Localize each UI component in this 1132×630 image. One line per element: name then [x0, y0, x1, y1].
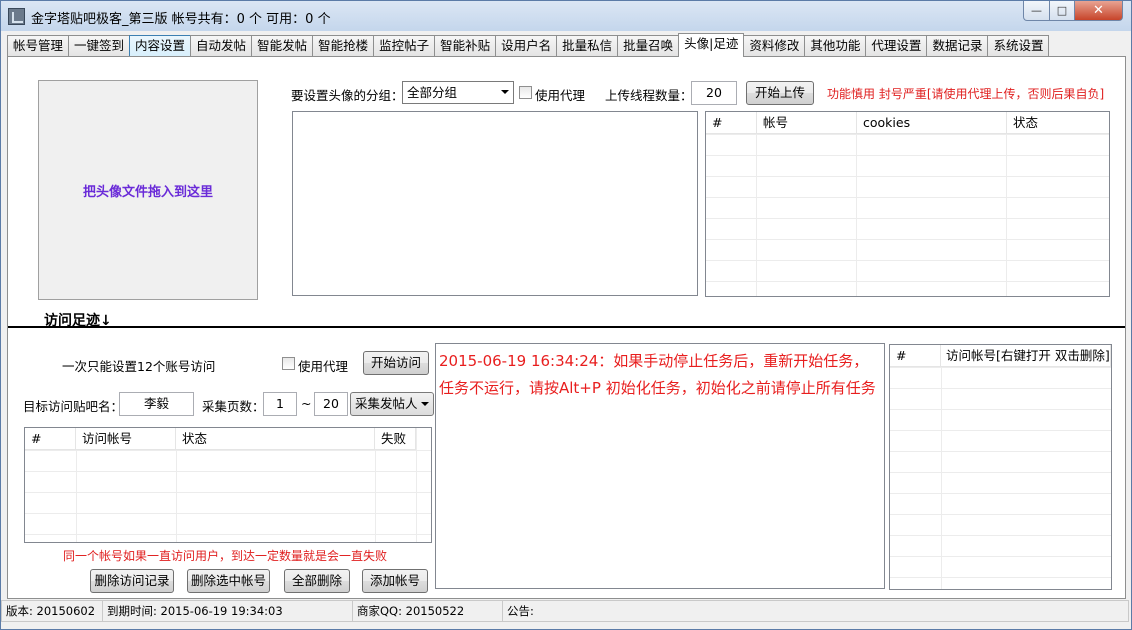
add-account-button[interactable]: 添加帐号 — [362, 569, 428, 593]
avatar-file-list[interactable] — [292, 111, 698, 296]
visit-account-table[interactable]: # 访问帐号 状态 失败 — [24, 427, 432, 543]
notice-status: 公告: — [502, 600, 1129, 622]
version-status: 版本: 20150602 — [1, 600, 102, 622]
visit-use-proxy-checkbox[interactable] — [282, 357, 295, 370]
column-header[interactable]: # — [890, 345, 941, 367]
visit-target-table[interactable]: # 访问帐号[右键打开 双击删除] — [889, 344, 1112, 590]
avatar-warning: 功能慎用 封号严重[请使用代理上传，否则后果自负] — [827, 87, 1105, 101]
column-header[interactable]: 失败 — [375, 428, 416, 450]
tab-profile-edit[interactable]: 资料修改 — [743, 35, 806, 57]
tab-smart-grab-floor[interactable]: 智能抢楼 — [312, 35, 375, 57]
tab-auto-post[interactable]: 自动发帖 — [190, 35, 253, 57]
tab-other-functions[interactable]: 其他功能 — [804, 35, 867, 57]
tab-smart-post[interactable]: 智能发帖 — [251, 35, 314, 57]
tab-data-records[interactable]: 数据记录 — [926, 35, 989, 57]
avatar-use-proxy-checkbox[interactable] — [519, 86, 532, 99]
column-header[interactable]: 状态 — [176, 428, 375, 450]
tab-one-click-signin[interactable]: 一键签到 — [68, 35, 131, 57]
page-from-input[interactable]: 1 — [263, 392, 297, 416]
delete-all-button[interactable]: 全部删除 — [284, 569, 350, 593]
window-title: 金字塔贴吧极客_第三版 帐号共有：0 个 可用：0 个 — [31, 12, 331, 27]
tab-bulk-message[interactable]: 批量私信 — [556, 35, 619, 57]
section-divider — [8, 326, 1125, 328]
page-to-input[interactable]: 20 — [314, 392, 348, 416]
column-header[interactable]: 状态 — [1007, 112, 1109, 134]
group-label: 要设置头像的分组： — [291, 88, 404, 103]
column-header[interactable]: # — [706, 112, 757, 134]
delete-selected-accounts-button[interactable]: 删除选中帐号 — [187, 569, 270, 593]
drop-zone-label: 把头像文件拖入到这里 — [82, 184, 213, 200]
column-header[interactable]: 访问帐号 — [76, 428, 176, 450]
visit-target-table-header: # 访问帐号[右键打开 双击删除] — [890, 345, 1111, 367]
avatar-account-table[interactable]: # 帐号 cookies 状态 — [705, 111, 1110, 297]
title-bar[interactable]: 金字塔贴吧极客_第三版 帐号共有：0 个 可用：0 个 — □ ✕ — [1, 1, 1131, 31]
threads-label: 上传线程数量： — [605, 88, 693, 103]
tab-content-settings[interactable]: 内容设置 — [129, 35, 192, 57]
chevron-down-icon — [421, 402, 429, 406]
tab-bar: 帐号管理 一键签到 内容设置 自动发帖 智能发帖 智能抢楼 监控帖子 智能补贴 … — [7, 33, 1050, 57]
minimize-button[interactable]: — — [1023, 1, 1050, 21]
expire-status: 到期时间: 2015-06-19 19:34:03 — [102, 600, 352, 622]
tab-set-username[interactable]: 设用户名 — [495, 35, 558, 57]
tab-monitor-posts[interactable]: 监控帖子 — [373, 35, 436, 57]
start-visit-button[interactable]: 开始访问 — [363, 351, 429, 375]
status-bar: 版本: 20150602 到期时间: 2015-06-19 19:34:03 商… — [1, 600, 1131, 624]
column-header[interactable]: 帐号 — [757, 112, 857, 134]
target-bar-label: 目标访问贴吧名： — [23, 399, 124, 414]
column-header[interactable]: cookies — [857, 112, 1007, 134]
visit-use-proxy-label: 使用代理 — [298, 359, 349, 374]
log-message: 2015-06-19 16:34:24：如果手动停止任务后，重新开始任务，任务不… — [439, 352, 876, 397]
avatar-drop-zone[interactable]: 把头像文件拖入到这里 — [38, 80, 258, 300]
collect-mode-value: 采集发帖人 — [355, 396, 418, 411]
maximize-button[interactable]: □ — [1049, 1, 1075, 21]
tab-bulk-summon[interactable]: 批量召唤 — [617, 35, 680, 57]
delete-visit-records-button[interactable]: 删除访问记录 — [90, 569, 174, 593]
column-header[interactable]: # — [25, 428, 76, 450]
close-button[interactable]: ✕ — [1074, 1, 1123, 21]
tab-proxy-settings[interactable]: 代理设置 — [865, 35, 928, 57]
tab-system-settings[interactable]: 系统设置 — [987, 35, 1050, 57]
group-select-value: 全部分组 — [407, 85, 458, 100]
collect-mode-select[interactable]: 采集发帖人 — [350, 392, 434, 416]
threads-input[interactable]: 20 — [691, 81, 737, 105]
visit-note: 一次只能设置12个账号访问 — [62, 359, 216, 374]
page-range-tilde: ~ — [301, 396, 312, 411]
group-select[interactable]: 全部分组 — [402, 81, 514, 104]
app-icon — [8, 8, 25, 25]
column-header[interactable]: 访问帐号[右键打开 双击删除] — [941, 345, 1111, 367]
tab-avatar-footprint[interactable]: 头像|足迹 — [678, 33, 745, 57]
tab-panel-avatar-footprint: 把头像文件拖入到这里 要设置头像的分组： 全部分组 使用代理 上传线程数量： 2… — [7, 56, 1126, 599]
chevron-down-icon — [501, 90, 509, 94]
app-window: 金字塔贴吧极客_第三版 帐号共有：0 个 可用：0 个 — □ ✕ 帐号管理 一… — [0, 0, 1132, 630]
pages-label: 采集页数： — [202, 399, 265, 414]
visit-warning: 同一个帐号如果一直访问用户，到达一定数量就是会一直失败 — [63, 549, 388, 563]
start-upload-button[interactable]: 开始上传 — [746, 81, 814, 105]
qq-status: 商家QQ: 20150522 — [352, 600, 502, 622]
task-log[interactable]: 2015-06-19 16:34:24：如果手动停止任务后，重新开始任务，任务不… — [435, 343, 885, 589]
target-bar-input[interactable]: 李毅 — [119, 392, 194, 416]
tab-account-manage[interactable]: 帐号管理 — [7, 35, 70, 57]
visit-table-header: # 访问帐号 状态 失败 — [25, 428, 416, 450]
tab-smart-bump[interactable]: 智能补贴 — [434, 35, 497, 57]
avatar-table-header: # 帐号 cookies 状态 — [706, 112, 1109, 134]
avatar-use-proxy-label: 使用代理 — [535, 88, 586, 103]
